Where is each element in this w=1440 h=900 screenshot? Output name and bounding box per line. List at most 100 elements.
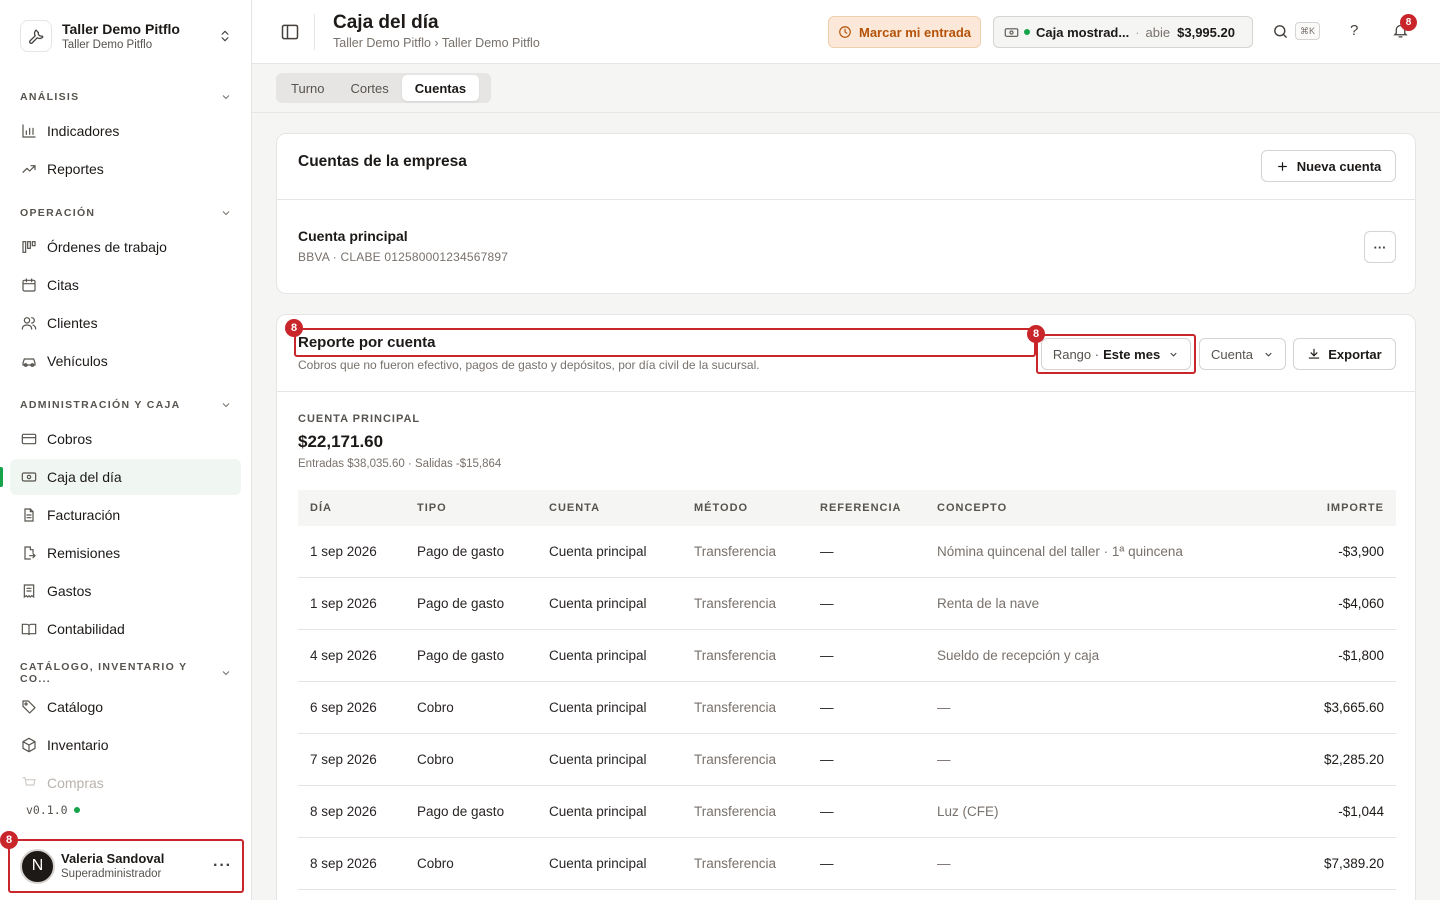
- account-filter-select[interactable]: Cuenta: [1199, 338, 1286, 370]
- column-header[interactable]: MÉTODO: [694, 502, 820, 514]
- export-button[interactable]: Exportar: [1293, 338, 1396, 370]
- users-icon: [20, 315, 37, 332]
- cell-method: Transferencia: [694, 856, 777, 871]
- tab-turno[interactable]: Turno: [278, 75, 337, 101]
- tag-icon: [20, 699, 37, 716]
- help-icon[interactable]: ?: [1350, 22, 1358, 39]
- new-account-button[interactable]: Nueva cuenta: [1261, 150, 1396, 182]
- table-row[interactable]: 8 sep 2026 Pago de gasto Cuenta principa…: [298, 786, 1396, 838]
- sidebar-item-label: Contabilidad: [47, 621, 125, 637]
- sidebar-item-label: Cobros: [47, 431, 93, 447]
- table-row[interactable]: 7 sep 2026 Cobro Cuenta principal Transf…: [298, 734, 1396, 786]
- cell-day: 8 sep 2026: [310, 804, 377, 819]
- cell-type: Pago de gasto: [417, 596, 505, 611]
- cell-account: Cuenta principal: [549, 596, 647, 611]
- user-menu[interactable]: N Valeria Sandoval Superadministrador ··…: [8, 839, 244, 893]
- sidebar-item-cobros[interactable]: Cobros: [10, 421, 241, 457]
- kanban-icon: [20, 239, 37, 256]
- section-catalogo[interactable]: CATÁLOGO, INVENTARIO Y CO...: [20, 661, 232, 685]
- header-divider: [314, 14, 315, 50]
- user-role: Superadministrador: [61, 867, 162, 880]
- plus-icon: [1276, 160, 1289, 173]
- cell-account: Cuenta principal: [549, 752, 647, 767]
- section-operacion[interactable]: OPERACIÓN: [20, 203, 232, 223]
- chevron-down-icon: [220, 91, 232, 103]
- sidebar-item-contabilidad[interactable]: Contabilidad: [10, 611, 241, 647]
- wrench-icon: [20, 20, 52, 52]
- table-row[interactable]: 4 sep 2026 Pago de gasto Cuenta principa…: [298, 630, 1396, 682]
- export-label: Exportar: [1328, 346, 1382, 362]
- sidebar-item-label: Clientes: [47, 315, 98, 331]
- cell-type: Cobro: [417, 700, 454, 715]
- column-header[interactable]: DÍA: [298, 502, 417, 514]
- table-row[interactable]: 8 sep 2026 Cobro Cuenta principal Transf…: [298, 838, 1396, 890]
- checkin-button[interactable]: Marcar mi entrada: [828, 16, 981, 48]
- summary-total: $22,171.60: [298, 432, 384, 451]
- app-version: v0.1.0: [26, 803, 80, 817]
- cell-amount: -$3,900: [1338, 544, 1384, 559]
- account-name: Cuenta principal: [298, 228, 408, 244]
- cashbox-selector[interactable]: Caja mostrad... · abie $3,995.20: [993, 16, 1253, 48]
- account-more-button[interactable]: ···: [1364, 231, 1396, 263]
- sidebar-item-label: Vehículos: [47, 353, 108, 369]
- sidebar-item-clientes[interactable]: Clientes: [10, 305, 241, 341]
- column-header[interactable]: IMPORTE: [1284, 502, 1396, 514]
- cell-amount: -$1,044: [1338, 804, 1384, 819]
- column-header[interactable]: TIPO: [417, 502, 549, 514]
- column-header[interactable]: CONCEPTO: [937, 502, 1284, 514]
- cell-amount: $3,665.60: [1323, 700, 1384, 715]
- sidebar-item-inventario[interactable]: Inventario: [10, 727, 241, 763]
- cell-concept: Sueldo de recepción y caja: [937, 648, 1100, 663]
- cell-method: Transferencia: [694, 804, 777, 819]
- table-row[interactable]: 1 sep 2026 Pago de gasto Cuenta principa…: [298, 526, 1396, 578]
- cashbox-amount: $3,995.20: [1177, 24, 1235, 40]
- sidebar-item-citas[interactable]: Citas: [10, 267, 241, 303]
- tab-cortes[interactable]: Cortes: [337, 75, 401, 101]
- table-row[interactable]: 1 sep 2026 Pago de gasto Cuenta principa…: [298, 578, 1396, 630]
- cell-reference: —: [820, 856, 834, 871]
- sidebar-item-compras[interactable]: Compras: [10, 765, 241, 801]
- sidebar-item-caja-del-dia[interactable]: Caja del día: [10, 459, 241, 495]
- cash-icon: [1004, 25, 1019, 40]
- table-row[interactable]: 6 sep 2026 Cobro Cuenta principal Transf…: [298, 682, 1396, 734]
- search-icon[interactable]: [1272, 23, 1289, 40]
- sidebar-item-remisiones[interactable]: Remisiones: [10, 535, 241, 571]
- sidebar-item-ordenes[interactable]: Órdenes de trabajo: [10, 229, 241, 265]
- cell-account: Cuenta principal: [549, 700, 647, 715]
- section-label: OPERACIÓN: [20, 207, 96, 219]
- file-icon: [20, 507, 37, 524]
- card-icon: [20, 431, 37, 448]
- sidebar: Taller Demo Pitflo Taller Demo Pitflo AN…: [0, 0, 252, 900]
- org-name: Taller Demo Pitflo: [62, 20, 180, 37]
- sidebar-item-indicadores[interactable]: Indicadores: [10, 113, 241, 149]
- sidebar-item-gastos[interactable]: Gastos: [10, 573, 241, 609]
- sidebar-item-catalogo[interactable]: Catálogo: [10, 689, 241, 725]
- cell-account: Cuenta principal: [549, 648, 647, 663]
- new-account-label: Nueva cuenta: [1296, 158, 1382, 174]
- sidebar-toggle-icon[interactable]: [280, 22, 300, 42]
- column-header[interactable]: REFERENCIA: [820, 502, 937, 514]
- section-analisis[interactable]: ANÁLISIS: [20, 87, 232, 107]
- org-subtitle: Taller Demo Pitflo: [62, 38, 153, 51]
- sidebar-item-facturacion[interactable]: Facturación: [10, 497, 241, 533]
- sidebar-item-reportes[interactable]: Reportes: [10, 151, 241, 187]
- status-dot: [1024, 29, 1030, 35]
- cell-day: 6 sep 2026: [310, 700, 377, 715]
- org-switcher[interactable]: Taller Demo Pitflo Taller Demo Pitflo: [10, 10, 242, 62]
- more-horizontal-icon[interactable]: ···: [213, 857, 232, 875]
- sidebar-item-label: Gastos: [47, 583, 92, 599]
- cell-method: Transferencia: [694, 700, 777, 715]
- cashbox-separator: ·: [1135, 24, 1140, 40]
- tab-cuentas[interactable]: Cuentas: [401, 75, 480, 101]
- cell-reference: —: [820, 752, 834, 767]
- column-header[interactable]: CUENTA: [549, 502, 694, 514]
- chevron-down-icon: [220, 399, 232, 411]
- range-select[interactable]: Rango · Este mes: [1041, 338, 1191, 370]
- version-text: v0.1.0: [26, 803, 68, 817]
- sidebar-item-vehiculos[interactable]: Vehículos: [10, 343, 241, 379]
- sidebar-item-label: Facturación: [47, 507, 121, 523]
- cell-method: Transferencia: [694, 596, 777, 611]
- sidebar-item-label: Compras: [47, 775, 104, 791]
- cell-method: Transferencia: [694, 544, 777, 559]
- section-administracion[interactable]: ADMINISTRACIÓN Y CAJA: [20, 395, 232, 415]
